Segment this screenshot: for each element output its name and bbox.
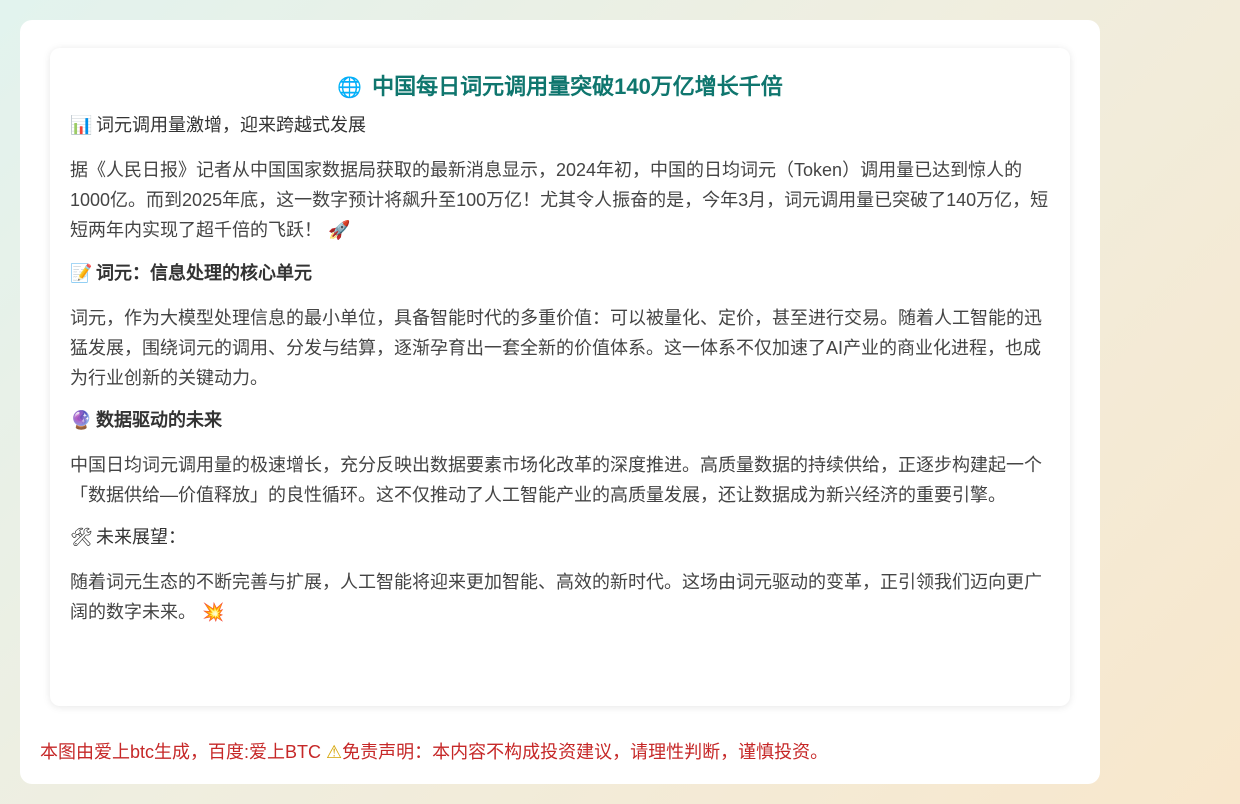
section-body-text: 据《人民日报》记者从中国国家数据局获取的最新消息显示，2024年初，中国的日均词… xyxy=(70,160,1049,240)
section-heading: 🛠 未来展望： xyxy=(70,524,1050,551)
section-heading: 📊 词元调用量激增，迎来跨越式发展 xyxy=(70,112,1050,139)
section-heading-text: 数据驱动的未来 xyxy=(96,410,222,430)
footer-disclaimer-text: 免责声明：本内容不构成投资建议，请理性判断，谨慎投资。 xyxy=(342,742,829,762)
section-heading: 📝 词元：信息处理的核心单元 xyxy=(70,260,1050,287)
section-heading: 🔮 数据驱动的未来 xyxy=(70,407,1050,434)
article-title: 🌐 中国每日词元调用量突破140万亿增长千倍 xyxy=(70,72,1050,102)
section-paragraph: 随着词元生态的不断完善与扩展，人工智能将迎来更加智能、高效的新时代。这场由词元驱… xyxy=(70,567,1050,628)
section-heading-text: 未来展望： xyxy=(96,527,186,547)
bar-chart-icon: 📊 xyxy=(70,115,93,136)
section-body-text: 中国日均词元调用量的极速增长，充分反映出数据要素市场化改革的深度推进。高质量数据… xyxy=(70,455,1042,505)
footer-credit: 本图由爱上btc生成，百度:爱上BTC xyxy=(40,742,322,762)
section-paragraph: 中国日均词元调用量的极速增长，充分反映出数据要素市场化改革的深度推进。高质量数据… xyxy=(70,450,1050,510)
globe-icon: 🌐 xyxy=(337,75,363,99)
tools-icon: 🛠 xyxy=(70,527,93,548)
rocket-icon: 🚀 xyxy=(328,220,351,241)
crystal-ball-icon: 🔮 xyxy=(70,410,93,431)
section-heading-text: 词元调用量激增，迎来跨越式发展 xyxy=(96,115,366,135)
memo-icon: 📝 xyxy=(70,263,93,284)
section-paragraph: 据《人民日报》记者从中国国家数据局获取的最新消息显示，2024年初，中国的日均词… xyxy=(70,155,1050,246)
warning-icon: ⚠ xyxy=(326,742,343,763)
section-paragraph: 词元，作为大模型处理信息的最小单位，具备智能时代的多重价值：可以被量化、定价，甚… xyxy=(70,303,1050,393)
section-heading-text: 词元：信息处理的核心单元 xyxy=(96,263,312,283)
sparkle-icon: 💥 xyxy=(202,602,225,623)
footer-disclaimer: 本图由爱上btc生成，百度:爱上BTC ⚠免责声明：本内容不构成投资建议，请理性… xyxy=(40,738,828,767)
article-card: 🌐 中国每日词元调用量突破140万亿增长千倍 📊 词元调用量激增，迎来跨越式发展 据… xyxy=(50,48,1070,706)
outer-card: 🌐 中国每日词元调用量突破140万亿增长千倍 📊 词元调用量激增，迎来跨越式发展 据… xyxy=(20,20,1100,784)
section-body-text: 词元，作为大模型处理信息的最小单位，具备智能时代的多重价值：可以被量化、定价，甚… xyxy=(70,308,1042,388)
article-title-text: 中国每日词元调用量突破140万亿增长千倍 xyxy=(372,74,783,99)
